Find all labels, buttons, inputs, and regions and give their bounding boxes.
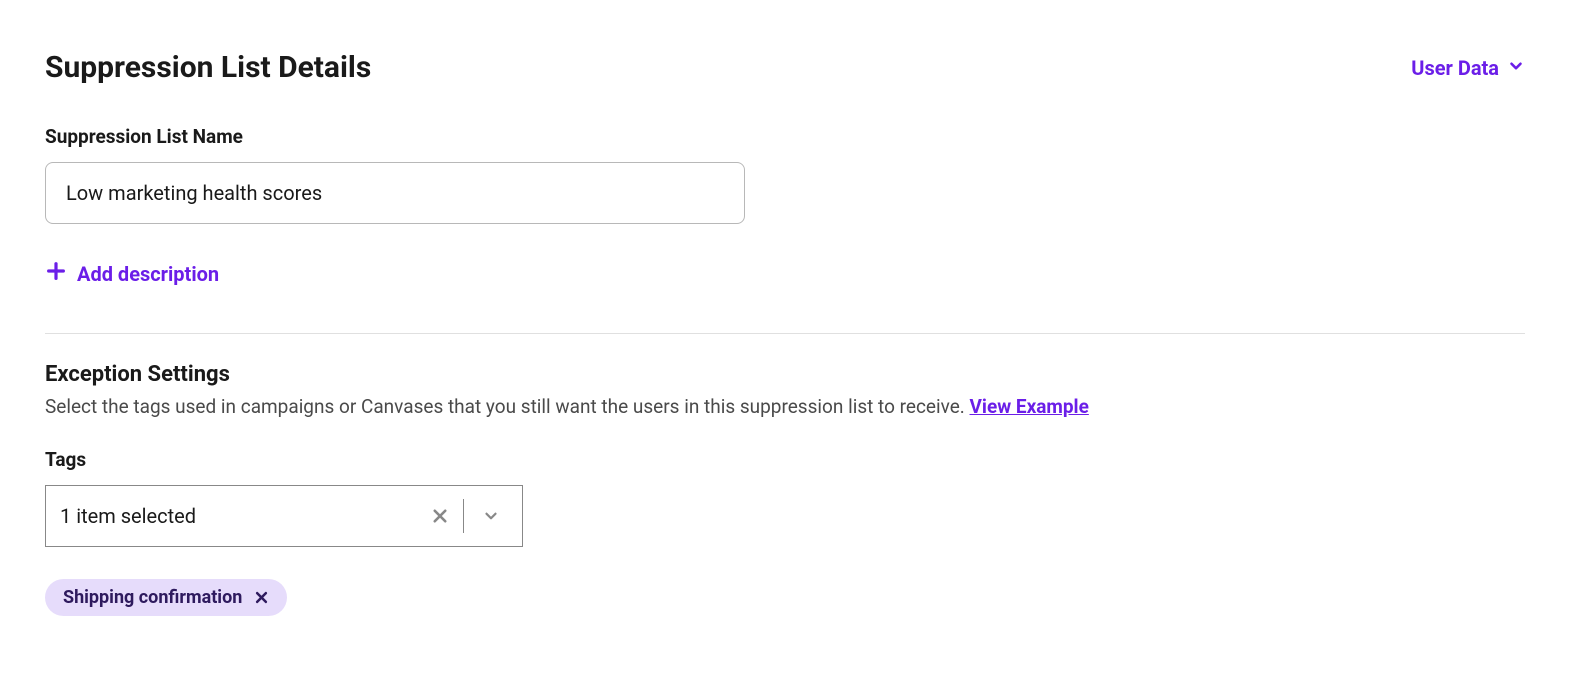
name-field-label: Suppression List Name: [45, 125, 1525, 148]
add-description-label: Add description: [77, 262, 219, 286]
tags-select[interactable]: 1 item selected: [45, 485, 523, 547]
page-title: Suppression List Details: [45, 50, 371, 85]
tags-select-text: 1 item selected: [60, 504, 417, 528]
tags-label: Tags: [45, 448, 1525, 471]
tag-chip-label: Shipping confirmation: [63, 587, 242, 608]
exception-settings-description: Select the tags used in campaigns or Can…: [45, 395, 1525, 418]
exception-settings-title: Exception Settings: [45, 362, 1525, 387]
add-description-button[interactable]: Add description: [45, 260, 1525, 287]
remove-tag-icon[interactable]: [254, 590, 269, 605]
suppression-list-name-input[interactable]: [45, 162, 745, 224]
chevron-down-icon: [1507, 56, 1525, 80]
plus-icon: [45, 260, 67, 287]
tag-chip: Shipping confirmation: [45, 579, 287, 616]
view-example-link[interactable]: View Example: [970, 395, 1089, 418]
clear-icon[interactable]: [417, 507, 463, 525]
user-data-dropdown[interactable]: User Data: [1411, 56, 1525, 80]
name-field-group: Suppression List Name: [45, 125, 1525, 224]
chevron-down-icon[interactable]: [464, 507, 508, 525]
selected-tags-row: Shipping confirmation: [45, 579, 1525, 616]
user-data-label: User Data: [1411, 56, 1499, 80]
divider: [45, 333, 1525, 334]
